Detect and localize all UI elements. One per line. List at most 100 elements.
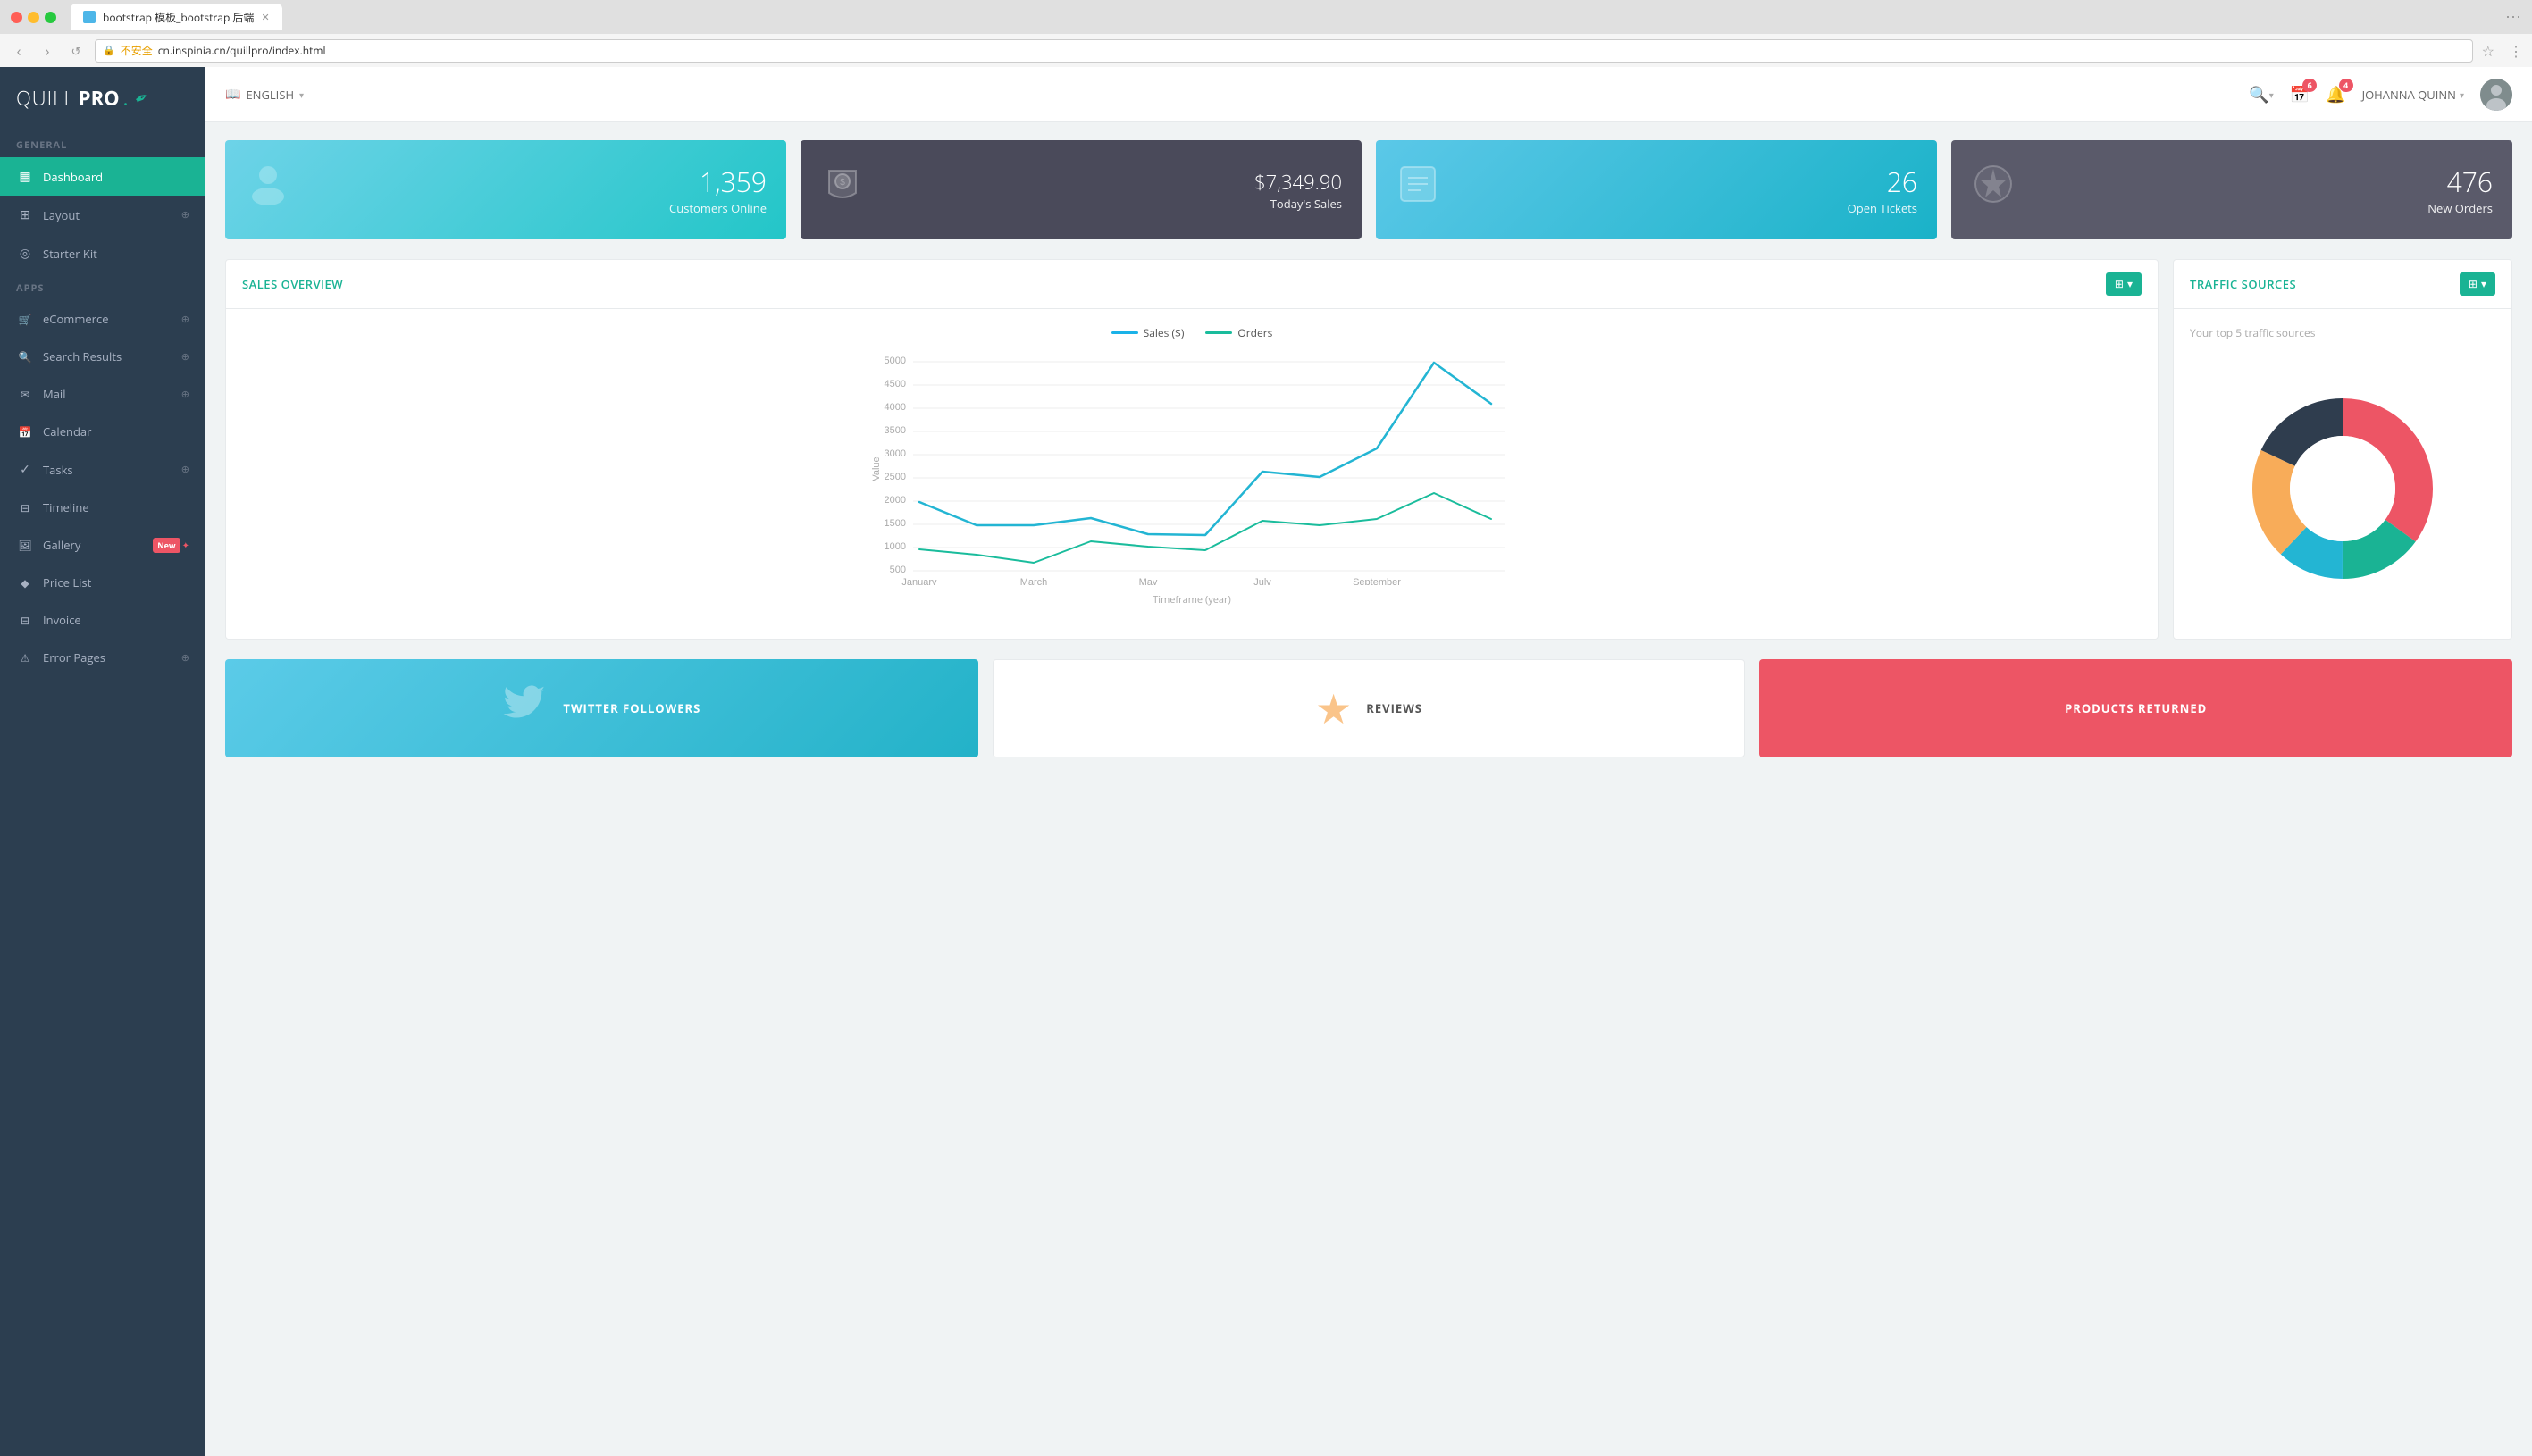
menu-icon[interactable]: ⋮ (2509, 41, 2523, 61)
notification-button[interactable]: 🔔 4 (2326, 84, 2345, 105)
dropdown-arrow-2: ▾ (2481, 278, 2486, 290)
svg-text:3500: 3500 (885, 425, 906, 436)
reload-button[interactable]: ↺ (66, 41, 86, 61)
bottom-row: TWITTER FOLLOWERS ★ REVIEWS PRODUCTS RET… (225, 659, 2512, 757)
chevron-right-icon-3: ⊕ (181, 350, 189, 364)
grid-icon: ⊞ (2115, 278, 2124, 290)
legend-orders-label: Orders (1237, 325, 1272, 340)
stat-card-customers: 1,359 Customers Online (225, 140, 786, 239)
donut-svg (2226, 372, 2459, 605)
sidebar-item-dashboard[interactable]: ▦ Dashboard (0, 157, 205, 196)
customers-label: Customers Online (306, 200, 767, 216)
language-selector[interactable]: 📖 ENGLISH ▾ (225, 86, 304, 103)
tickets-info: 26 Open Tickets (1455, 163, 1917, 216)
logo: QUILL PRO . ✒ (0, 67, 205, 130)
avatar-image (2480, 79, 2512, 111)
svg-text:September: September (1353, 577, 1401, 585)
starter-kit-icon: ◎ (16, 245, 34, 262)
chevron-right-icon: ⊕ (181, 208, 189, 222)
sidebar-item-timeline[interactable]: ⊟ Timeline (0, 489, 205, 526)
sidebar-item-mail[interactable]: ✉ Mail ⊕ (0, 375, 205, 413)
orders-icon (1971, 162, 2016, 218)
dashboard-icon: ▦ (16, 168, 34, 185)
svg-text:5000: 5000 (885, 356, 906, 366)
sidebar-item-layout[interactable]: ⊞ Layout ⊕ (0, 196, 205, 234)
address-bar[interactable]: 🔒 不安全 cn.inspinia.cn/quillpro/index.html (95, 39, 2473, 63)
search-icon: 🔍 (2249, 84, 2268, 105)
sidebar-item-error-pages[interactable]: ⚠ Error Pages ⊕ (0, 639, 205, 676)
stat-card-sales: $ $7,349.90 Today's Sales (801, 140, 1362, 239)
avatar[interactable] (2480, 79, 2512, 111)
charts-row: SALES OVERVIEW ⊞ ▾ Sales ($) (225, 259, 2512, 640)
sidebar-label-starter-kit: Starter Kit (43, 246, 189, 262)
back-button[interactable]: ‹ (9, 41, 29, 61)
tickets-value: 26 (1455, 163, 1917, 200)
url-prefix: 不安全 (121, 43, 153, 58)
price-list-icon: ◆ (16, 575, 34, 590)
notification-badge: 4 (2339, 79, 2353, 92)
tab-close-icon[interactable]: ✕ (261, 11, 269, 24)
sales-chart: 5000 4500 4000 3500 3000 2500 2000 1500 … (242, 353, 2142, 585)
window-controls[interactable]: ⋯ (2505, 6, 2521, 28)
svg-text:4500: 4500 (885, 379, 906, 389)
sidebar-item-search-results[interactable]: 🔍 Search Results ⊕ (0, 338, 205, 375)
section-label-general: GENERAL (0, 130, 205, 157)
logo-dot: . (123, 85, 129, 112)
app-layout: QUILL PRO . ✒ GENERAL ▦ Dashboard ⊞ Layo… (0, 67, 2532, 1456)
sidebar-label-invoice: Invoice (43, 612, 189, 628)
minimize-dot[interactable] (28, 12, 39, 23)
traffic-sources-menu-button[interactable]: ⊞ ▾ (2460, 272, 2495, 296)
calendar-button[interactable]: 📅 6 (2290, 84, 2310, 105)
sidebar-item-ecommerce[interactable]: 🛒 eCommerce ⊕ (0, 300, 205, 338)
traffic-sources-body: Your top 5 traffic sources (2174, 309, 2511, 639)
main-content: 📖 ENGLISH ▾ 🔍 ▾ 📅 6 🔔 4 JO (205, 67, 2532, 1456)
svg-text:May: May (1139, 577, 1158, 585)
forward-button[interactable]: › (38, 41, 57, 61)
search-button[interactable]: 🔍 ▾ (2249, 84, 2273, 105)
svg-text:2500: 2500 (885, 472, 906, 482)
sales-info: $7,349.90 Today's Sales (879, 169, 1342, 212)
user-menu[interactable]: JOHANNA QUINN ▾ (2362, 87, 2464, 103)
sidebar-item-invoice[interactable]: ⊟ Invoice (0, 601, 205, 639)
sidebar-item-price-list[interactable]: ◆ Price List (0, 564, 205, 601)
error-pages-icon: ⚠ (16, 650, 34, 665)
sales-overview-title: SALES OVERVIEW (242, 276, 2106, 292)
stat-card-tickets: 26 Open Tickets (1376, 140, 1937, 239)
svg-text:3000: 3000 (885, 448, 906, 459)
username-text: JOHANNA QUINN (2362, 87, 2456, 103)
top-nav-icons: 🔍 ▾ 📅 6 🔔 4 JOHANNA QUINN ▾ (2249, 79, 2512, 111)
svg-text:$: $ (840, 178, 845, 188)
grid-icon-2: ⊞ (2469, 278, 2478, 290)
close-dot[interactable] (11, 12, 22, 23)
sales-overview-menu-button[interactable]: ⊞ ▾ (2106, 272, 2142, 296)
sidebar-label-gallery: Gallery (43, 537, 149, 553)
browser-addressbar: ‹ › ↺ 🔒 不安全 cn.inspinia.cn/quillpro/inde… (0, 34, 2532, 67)
search-dropdown-icon: ▾ (2269, 88, 2274, 101)
calendar-icon: 📅 (16, 424, 34, 439)
tickets-label: Open Tickets (1455, 200, 1917, 216)
bookmark-icon[interactable]: ☆ (2482, 41, 2494, 61)
customers-info: 1,359 Customers Online (306, 163, 767, 216)
orders-value: 476 (2030, 163, 2493, 200)
sidebar-item-starter-kit[interactable]: ◎ Starter Kit (0, 234, 205, 272)
sales-overview-body: Sales ($) Orders 5000 4500 4000 (226, 309, 2158, 623)
sidebar-item-gallery[interactable]: 🖼 Gallery New ✦ (0, 526, 205, 564)
chevron-right-icon-5: ⊕ (181, 463, 189, 476)
browser-tab[interactable]: bootstrap 模板_bootstrap 后端 ✕ (71, 4, 282, 30)
section-label-apps: APPS (0, 272, 205, 300)
mail-icon: ✉ (16, 387, 34, 402)
legend-orders: Orders (1205, 325, 1272, 340)
sidebar-item-calendar[interactable]: 📅 Calendar (0, 413, 205, 450)
orders-label: New Orders (2030, 200, 2493, 216)
maximize-dot[interactable] (45, 12, 56, 23)
svg-text:2000: 2000 (885, 495, 906, 506)
traffic-sources-header: TRAFFIC SOURCES ⊞ ▾ (2174, 260, 2511, 309)
logo-pro: PRO (79, 85, 120, 112)
url-text: cn.inspinia.cn/quillpro/index.html (158, 43, 326, 58)
timeline-icon: ⊟ (16, 500, 34, 515)
legend-orders-color (1205, 331, 1232, 334)
sidebar-label-timeline: Timeline (43, 499, 189, 515)
gallery-new-badge: New (153, 538, 180, 553)
dropdown-arrow: ▾ (2127, 278, 2133, 290)
sidebar-item-tasks[interactable]: ✓ Tasks ⊕ (0, 450, 205, 489)
